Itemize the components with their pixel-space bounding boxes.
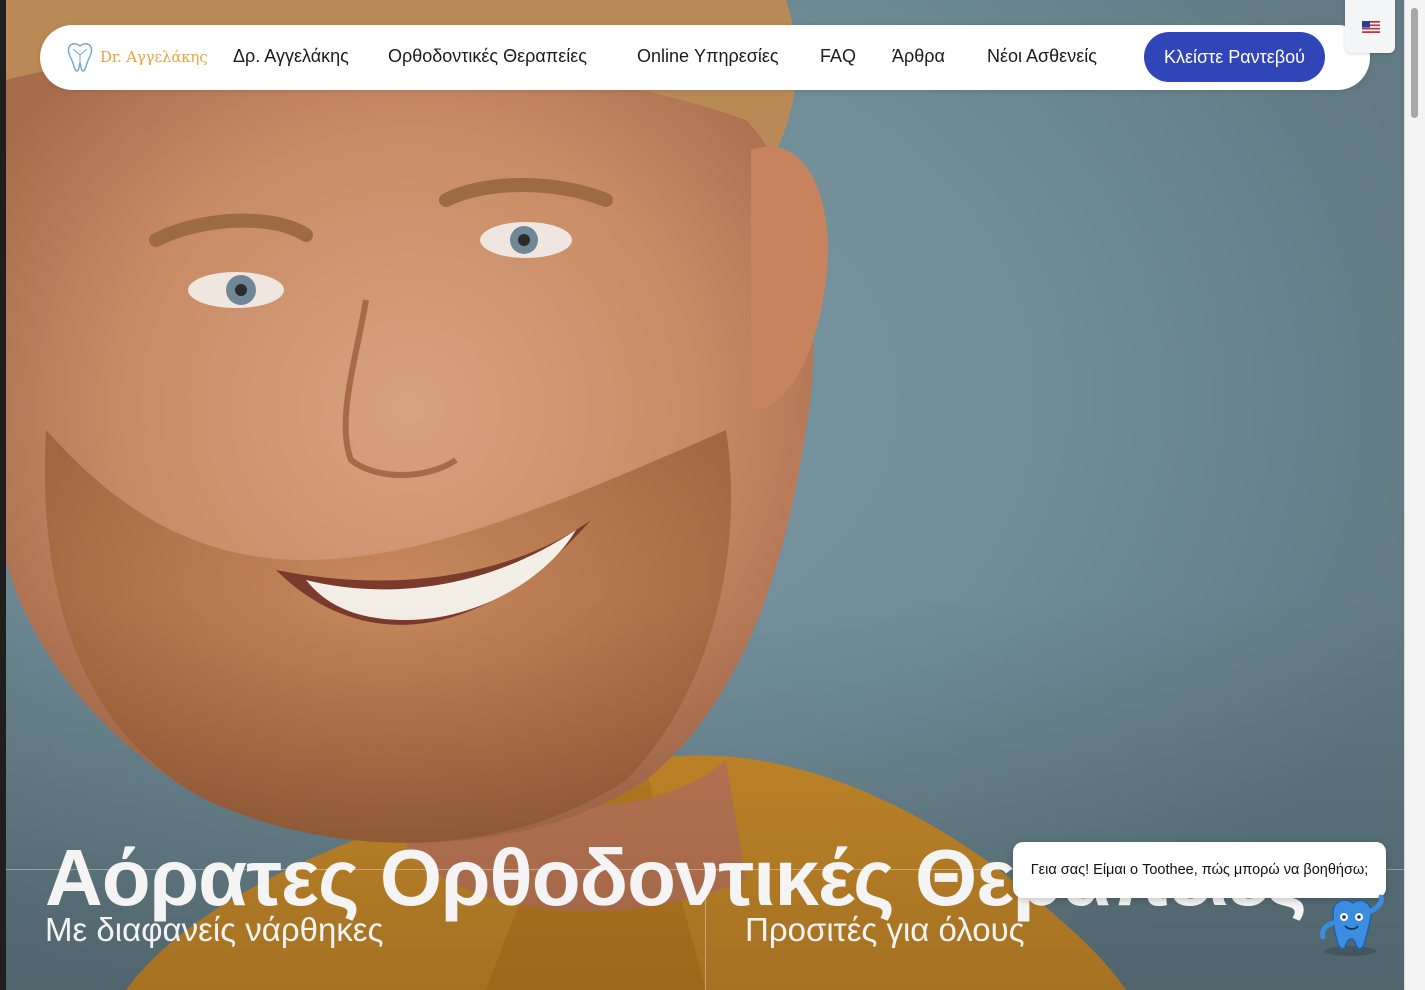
nav-item-faq[interactable]: FAQ bbox=[820, 46, 856, 67]
us-flag-icon bbox=[1362, 21, 1380, 33]
nav-item-online-services[interactable]: Online Υπηρεσίες bbox=[637, 46, 779, 67]
feature-divider-vertical bbox=[705, 869, 706, 990]
chat-greeting-bubble[interactable]: Γεια σας! Είμαι ο Toothee, πώς μπορώ να … bbox=[1013, 842, 1386, 898]
nav-item-orthodontic-treatments[interactable]: Ορθοδοντικές Θεραπείες bbox=[388, 46, 587, 67]
language-switcher[interactable] bbox=[1345, 0, 1395, 53]
nav-item-dr-aggelakis[interactable]: Δρ. Αγγελάκης bbox=[233, 46, 349, 67]
feature-clear-aligners: Με διαφανείς νάρθηκες bbox=[45, 911, 384, 948]
page-scrollbar[interactable] bbox=[1404, 0, 1425, 990]
site-logo[interactable]: Dr. Αγγελάκης bbox=[65, 41, 208, 73]
scrollbar-thumb[interactable] bbox=[1411, 8, 1418, 118]
toothee-mascot-icon[interactable] bbox=[1313, 893, 1387, 957]
tooth-logo-icon bbox=[67, 43, 93, 72]
book-appointment-button[interactable]: Κλείστε Ραντεβού bbox=[1144, 32, 1325, 82]
nav-item-articles[interactable]: Άρθρα bbox=[892, 46, 945, 67]
nav-item-new-patients[interactable]: Νέοι Ασθενείς bbox=[987, 46, 1097, 67]
main-navbar: Dr. Αγγελάκης Δρ. Αγγελάκης Ορθοδοντικές… bbox=[40, 25, 1370, 90]
logo-text: Dr. Αγγελάκης bbox=[100, 48, 208, 66]
feature-affordable: Προσιτές για όλους bbox=[745, 911, 1025, 948]
